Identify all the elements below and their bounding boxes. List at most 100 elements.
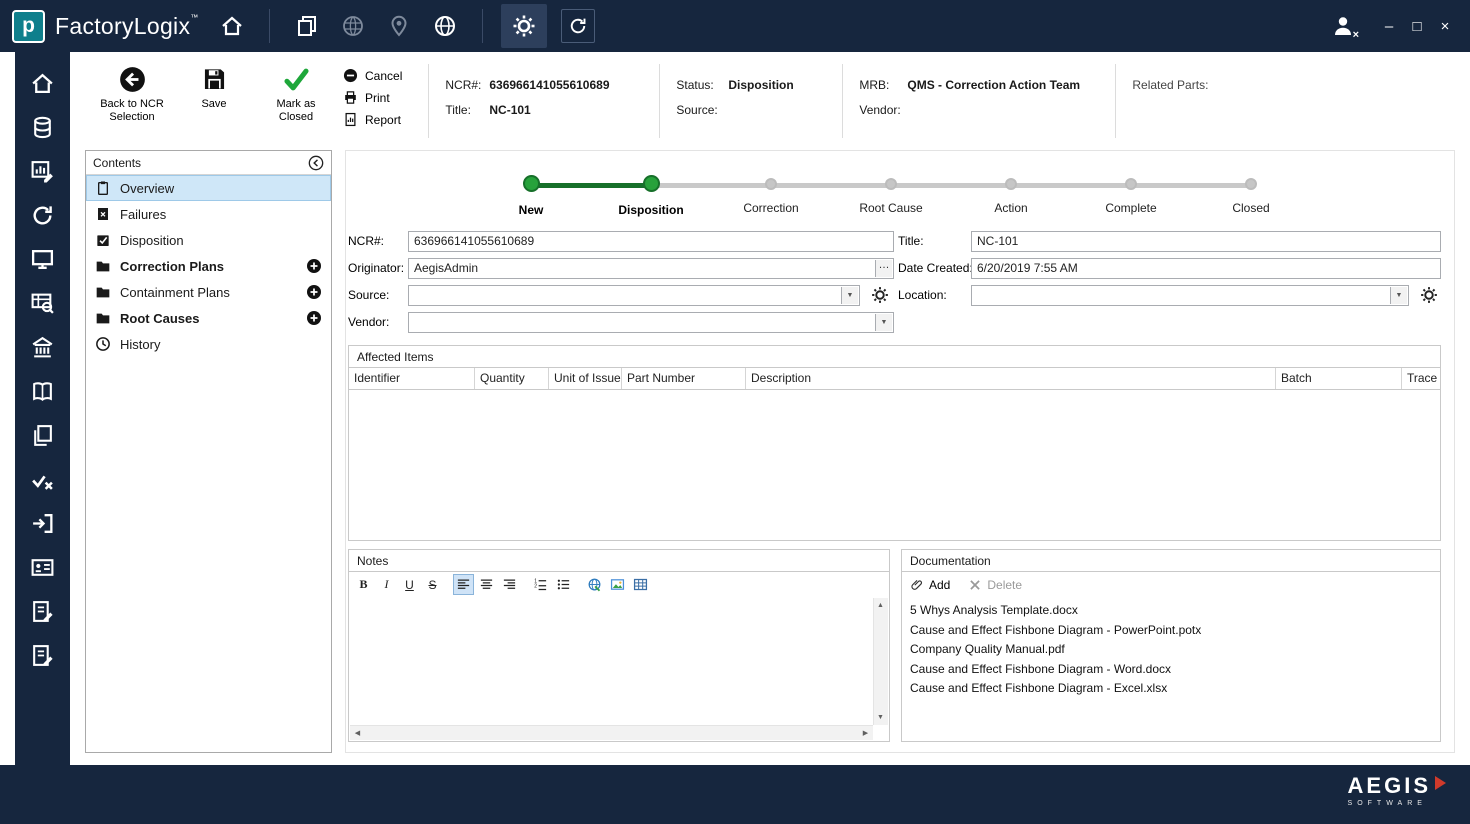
contents-item-root-causes[interactable]: Root Causes <box>86 305 331 331</box>
maximize-button[interactable]: □ <box>1406 13 1428 39</box>
contents-item-history[interactable]: History <box>86 331 331 357</box>
sidebar-book-icon[interactable] <box>28 378 58 405</box>
sidebar-database-icon[interactable] <box>28 114 58 141</box>
document-item[interactable]: Company Quality Manual.pdf <box>910 640 1432 660</box>
settings-gear-icon[interactable] <box>501 4 547 48</box>
titlebar-divider <box>482 9 483 43</box>
close-button[interactable]: × <box>1434 13 1456 39</box>
sidebar-import-icon[interactable] <box>28 510 58 537</box>
column-trace[interactable]: Trace <box>1402 368 1440 389</box>
document-item[interactable]: Cause and Effect Fishbone Diagram - Word… <box>910 660 1432 680</box>
vendor-dropdown[interactable]: ▼ <box>408 312 894 333</box>
add-document-button[interactable]: Add <box>910 578 950 592</box>
contents-item-disposition[interactable]: Disposition <box>86 227 331 253</box>
underline-button[interactable]: U <box>399 574 420 595</box>
scroll-left-arrow[interactable]: ◀ <box>350 725 365 740</box>
bullet-list-icon[interactable] <box>553 574 574 595</box>
web-globe-icon[interactable] <box>428 9 462 43</box>
align-center-icon[interactable] <box>476 574 497 595</box>
report-icon <box>343 112 358 127</box>
align-right-icon[interactable] <box>499 574 520 595</box>
logo-letter: p <box>22 14 35 38</box>
date-created-field-label: Date Created: <box>898 258 973 279</box>
documentation-title: Documentation <box>902 550 1440 572</box>
notes-panel: Notes B I U S ▲▼ ◀▶ <box>348 549 890 742</box>
contents-item-overview[interactable]: Overview <box>86 175 331 201</box>
sidebar-production-chart-icon[interactable] <box>28 158 58 185</box>
sidebar-data-grid-search-icon[interactable] <box>28 290 58 317</box>
back-to-ncr-selection-button[interactable]: Back to NCR Selection <box>99 64 165 150</box>
sidebar-warehouse-icon[interactable] <box>28 334 58 361</box>
collapse-panel-icon[interactable] <box>308 155 324 171</box>
document-item[interactable]: Cause and Effect Fishbone Diagram - Exce… <box>910 679 1432 699</box>
title-input[interactable]: NC-101 <box>971 231 1441 252</box>
ncr-label: NCR#: <box>445 78 489 92</box>
hyperlink-globe-icon[interactable] <box>584 574 605 595</box>
scroll-right-arrow[interactable]: ▶ <box>858 725 873 740</box>
contents-item-correction-plans[interactable]: Correction Plans <box>86 253 331 279</box>
documentation-file-list: 5 Whys Analysis Template.docx Cause and … <box>902 598 1440 702</box>
originator-input[interactable]: AegisAdmin… <box>408 258 894 279</box>
add-root-cause-button[interactable] <box>306 310 322 326</box>
column-quantity[interactable]: Quantity <box>475 368 549 389</box>
scroll-down-arrow[interactable]: ▼ <box>873 710 888 725</box>
column-batch[interactable]: Batch <box>1276 368 1402 389</box>
notes-editor[interactable]: ▲▼ ◀▶ <box>350 598 888 740</box>
step-label: Complete <box>1105 201 1156 215</box>
bold-button[interactable]: B <box>353 574 374 595</box>
image-icon[interactable] <box>607 574 628 595</box>
align-left-icon[interactable] <box>453 574 474 595</box>
home-icon[interactable] <box>215 9 249 43</box>
document-item[interactable]: Cause and Effect Fishbone Diagram - Powe… <box>910 621 1432 641</box>
minimize-button[interactable]: – <box>1378 13 1400 39</box>
add-correction-plan-button[interactable] <box>306 258 322 274</box>
affected-items-body[interactable] <box>349 390 1440 540</box>
column-identifier[interactable]: Identifier <box>349 368 475 389</box>
status-label: Status: <box>676 78 728 92</box>
sidebar-home-icon[interactable] <box>28 70 58 97</box>
strikethrough-button[interactable]: S <box>422 574 443 595</box>
notes-horizontal-scrollbar[interactable]: ◀▶ <box>350 725 873 740</box>
network-globe-icon[interactable] <box>336 9 370 43</box>
location-settings-gear-icon[interactable] <box>1420 286 1438 304</box>
sidebar-report-edit-icon[interactable] <box>28 598 58 625</box>
sidebar-monitor-icon[interactable] <box>28 246 58 273</box>
sidebar-documents-icon[interactable] <box>28 422 58 449</box>
source-settings-gear-icon[interactable] <box>871 286 889 304</box>
step-dot <box>885 178 897 190</box>
dropdown-arrow-icon[interactable]: ▼ <box>875 314 892 331</box>
italic-button[interactable]: I <box>376 574 397 595</box>
print-button[interactable]: Print <box>343 90 402 105</box>
dropdown-arrow-icon[interactable]: ▼ <box>841 287 858 304</box>
notes-vertical-scrollbar[interactable]: ▲▼ <box>873 598 888 725</box>
cancel-button[interactable]: Cancel <box>343 68 402 83</box>
user-logout-icon[interactable]: × <box>1326 9 1360 43</box>
ncr-input[interactable]: 636966141055610689 <box>408 231 894 252</box>
originator-browse-button[interactable]: … <box>875 260 892 277</box>
dropdown-arrow-icon[interactable]: ▼ <box>1390 287 1407 304</box>
source-dropdown[interactable]: ▼ <box>408 285 860 306</box>
sidebar-quality-check-icon[interactable] <box>28 466 58 493</box>
sidebar-id-card-icon[interactable] <box>28 554 58 581</box>
documents-icon[interactable] <box>290 9 324 43</box>
table-icon[interactable] <box>630 574 651 595</box>
sidebar-history-refresh-icon[interactable] <box>28 202 58 229</box>
column-part-number[interactable]: Part Number <box>622 368 746 389</box>
numbered-list-icon[interactable] <box>530 574 551 595</box>
delete-document-button[interactable]: Delete <box>968 578 1022 592</box>
contents-item-containment-plans[interactable]: Containment Plans <box>86 279 331 305</box>
scroll-up-arrow[interactable]: ▲ <box>873 598 888 613</box>
column-description[interactable]: Description <box>746 368 1276 389</box>
sidebar-notes-edit-icon[interactable] <box>28 642 58 669</box>
report-button[interactable]: Report <box>343 112 402 127</box>
location-dropdown[interactable]: ▼ <box>971 285 1409 306</box>
contents-item-failures[interactable]: Failures <box>86 201 331 227</box>
save-button[interactable]: Save <box>181 64 247 150</box>
date-created-input[interactable]: 6/20/2019 7:55 AM <box>971 258 1441 279</box>
location-pin-icon[interactable] <box>382 9 416 43</box>
add-containment-plan-button[interactable] <box>306 284 322 300</box>
column-unit-of-issue[interactable]: Unit of Issue <box>549 368 622 389</box>
document-item[interactable]: 5 Whys Analysis Template.docx <box>910 601 1432 621</box>
sync-icon[interactable] <box>561 9 595 43</box>
mark-as-closed-button[interactable]: Mark as Closed <box>263 64 329 150</box>
